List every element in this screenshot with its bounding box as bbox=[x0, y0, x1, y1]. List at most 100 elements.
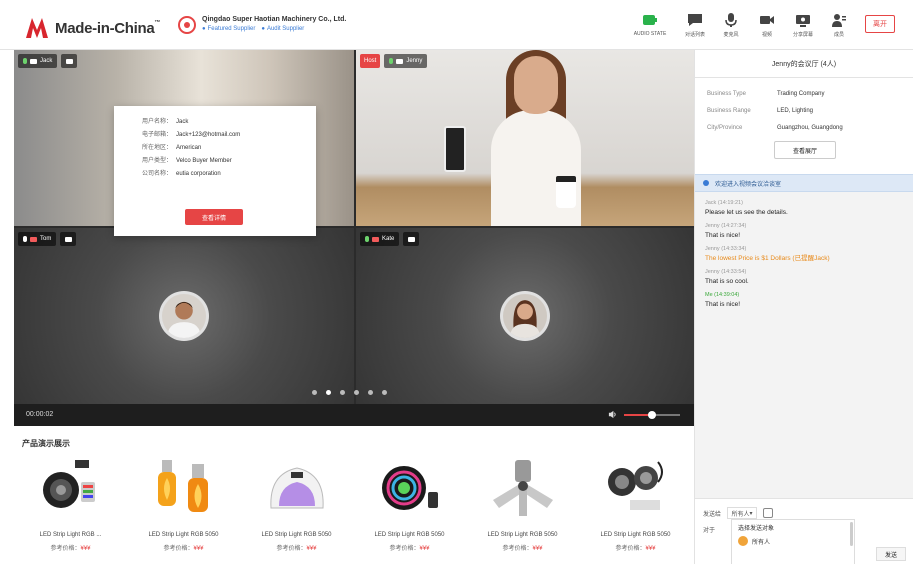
emoji-icon[interactable] bbox=[763, 508, 774, 518]
logo-text: Made-in-China™ bbox=[55, 19, 161, 37]
video-grid: Jack Host Jenny Tom Kate 用户名称： Jack 电子邮箱… bbox=[14, 50, 694, 426]
fullscreen-icon[interactable] bbox=[403, 232, 420, 246]
logo[interactable]: Made-in-China™ bbox=[26, 18, 160, 38]
person-body-image bbox=[491, 110, 581, 226]
nail-lamp-icon bbox=[269, 467, 324, 509]
exit-button[interactable]: 离开 bbox=[865, 15, 895, 33]
video-camera-icon bbox=[760, 16, 774, 24]
products-title: 产品演示展示 bbox=[22, 439, 70, 448]
chat-button[interactable]: 对话列表 bbox=[677, 12, 713, 38]
product-price: 参考价格：¥¥¥ bbox=[502, 546, 543, 552]
popup-row-email: 电子邮箱： Jack+123@hotmail.com bbox=[141, 132, 241, 138]
man-avatar-icon bbox=[162, 294, 206, 338]
screen-share-button[interactable]: 分享屏幕 bbox=[785, 12, 821, 38]
product-price: 参考价格：¥¥¥ bbox=[615, 546, 656, 552]
fullscreen-icon[interactable] bbox=[60, 232, 77, 246]
made-in-china-logo-icon bbox=[26, 18, 48, 38]
message-text: The lowest Price is $1 Dollars (已提醒Jack) bbox=[705, 255, 830, 262]
popup-row-username: 用户名称： Jack bbox=[141, 119, 189, 125]
audio-state-button[interactable]: AUDIO STATE bbox=[623, 12, 677, 37]
camera-off-icon bbox=[30, 236, 37, 242]
business-type-row: Business Type Trading Company bbox=[707, 91, 825, 97]
product-name: LED Strip Light RGB 5050 bbox=[487, 532, 558, 538]
recipient-dropdown: 选择发送对象 所有人 bbox=[731, 519, 855, 564]
chat-message: Jenny (14:33:34) The lowest Price is $1 D… bbox=[705, 246, 903, 263]
send-button[interactable]: 发送 bbox=[876, 547, 906, 561]
pagination-dot[interactable] bbox=[340, 390, 345, 395]
microphone-on-icon bbox=[23, 58, 27, 64]
view-showroom-button[interactable]: 查看展厅 bbox=[774, 141, 836, 159]
participant-tag: Tom bbox=[18, 232, 57, 246]
volume-slider[interactable] bbox=[624, 411, 680, 419]
message-sender: Jenny (14:33:54) bbox=[705, 269, 747, 275]
welcome-notice: 欢迎进入视频会议洽谈室 bbox=[695, 174, 913, 192]
featured-supplier-tag: Featured Supplier bbox=[202, 26, 256, 32]
microphone-button[interactable]: 麦克风 bbox=[713, 12, 749, 38]
pagination-dot[interactable] bbox=[354, 390, 359, 395]
participant-tag: Jenny bbox=[384, 54, 428, 68]
pagination-dot[interactable] bbox=[368, 390, 373, 395]
volume-icon[interactable] bbox=[608, 410, 617, 419]
video-tile-jenny[interactable]: Host Jenny bbox=[356, 50, 694, 226]
video-tile-kate[interactable]: Kate bbox=[356, 228, 694, 404]
video-tile-tom[interactable]: Tom bbox=[14, 228, 354, 404]
pagination-dot[interactable] bbox=[382, 390, 387, 395]
product-name: LED Strip Light RGB 5050 bbox=[261, 532, 332, 538]
chat-message: Jenny (14:33:54) That is so cool. bbox=[705, 269, 903, 286]
product-price: 参考价格：¥¥¥ bbox=[276, 546, 317, 552]
view-details-button[interactable]: 查看详情 bbox=[185, 209, 243, 225]
popup-row-user-type: 用户类型： Velco Buyer Member bbox=[141, 158, 232, 164]
recipient-select[interactable]: 所有人 ▾ bbox=[727, 507, 758, 519]
led-strip-reel-icon bbox=[42, 460, 95, 508]
members-button[interactable]: 成员 bbox=[821, 12, 857, 38]
microphone-icon bbox=[23, 236, 27, 242]
video-control-bar: 00:00:02 bbox=[14, 404, 694, 426]
camera-on-icon bbox=[30, 58, 37, 64]
chat-message: Me (14:39:04) That is nice! bbox=[705, 292, 903, 309]
screen-share-icon bbox=[796, 15, 810, 27]
header: Made-in-China™ Qingdao Super Haotian Mac… bbox=[0, 0, 913, 50]
info-dot-icon bbox=[703, 180, 709, 186]
product-card[interactable]: LED Strip Light RGB 5050 参考价格：¥¥¥ bbox=[127, 452, 240, 564]
camera-on-icon bbox=[396, 58, 404, 64]
company-info: Qingdao Super Haotian Machinery Co., Ltd… bbox=[178, 16, 346, 34]
product-card[interactable]: LED Strip Light RGB 5050 参考价格：¥¥¥ bbox=[353, 452, 466, 564]
recipient-option[interactable]: 所有人 bbox=[732, 534, 854, 548]
toolbar: AUDIO STATE 对话列表 麦克风 视频 分享屏幕 成员 离开 bbox=[623, 12, 895, 38]
product-list: LED Strip Light RGB ... 参考价格：¥¥¥ LED Str… bbox=[14, 452, 694, 564]
deformable-garage-light-icon bbox=[492, 460, 553, 516]
volume-handle[interactable] bbox=[648, 411, 656, 419]
participant-tag: Jack bbox=[18, 54, 58, 68]
message-text: That is nice! bbox=[705, 301, 741, 308]
chat-input-area: 发送给 所有人 ▾ 对于 选择发送对象 所有人 发送 bbox=[695, 498, 913, 564]
product-name: LED Strip Light RGB 5050 bbox=[374, 532, 445, 538]
audit-supplier-tag: Audit Supplier bbox=[261, 26, 304, 32]
host-badge: Host bbox=[360, 54, 381, 68]
message-text: Please let us see the details. bbox=[705, 209, 788, 216]
product-card[interactable]: LED Strip Light RGB ... 参考价格：¥¥¥ bbox=[14, 452, 127, 564]
product-card[interactable]: LED Strip Light RGB 5050 参考价格：¥¥¥ bbox=[579, 452, 692, 564]
participant-name: Jenny bbox=[406, 58, 423, 64]
product-name: LED Strip Light RGB 5050 bbox=[600, 532, 671, 538]
message-sender: Jenny (14:33:34) bbox=[705, 246, 747, 252]
participant-info-popup: 用户名称： Jack 电子邮箱： Jack+123@hotmail.com 所在地区… bbox=[114, 106, 316, 236]
avatar bbox=[159, 291, 209, 341]
product-card[interactable]: LED Strip Light RGB 5050 参考价格：¥¥¥ bbox=[240, 452, 353, 564]
fullscreen-icon[interactable] bbox=[61, 54, 78, 68]
to-label: 对于 bbox=[703, 528, 716, 534]
video-button[interactable]: 视频 bbox=[749, 12, 785, 38]
product-card[interactable]: LED Strip Light RGB 5050 参考价格：¥¥¥ bbox=[466, 452, 579, 564]
participant-tag: Kate bbox=[360, 232, 400, 246]
meeting-sidebar: Jenny的会议厅 (4人) Business Type Trading Comp… bbox=[694, 50, 913, 564]
participant-name: Kate bbox=[382, 236, 395, 242]
pagination-dot[interactable] bbox=[312, 390, 317, 395]
recipient-option[interactable]: 选择发送对象 bbox=[732, 520, 854, 534]
company-details: Business Type Trading Company Business Ra… bbox=[695, 78, 913, 174]
send-to-label: 发送给 bbox=[703, 511, 722, 518]
dropdown-scrollbar[interactable] bbox=[850, 522, 853, 546]
microphone-on-icon bbox=[365, 236, 369, 242]
pagination-dot[interactable] bbox=[326, 390, 331, 395]
company-name[interactable]: Qingdao Super Haotian Machinery Co., Ltd… bbox=[202, 16, 346, 23]
message-sender: Jenny (14:27:34) bbox=[705, 223, 747, 229]
message-sender: Jack (14:19:21) bbox=[705, 200, 743, 206]
